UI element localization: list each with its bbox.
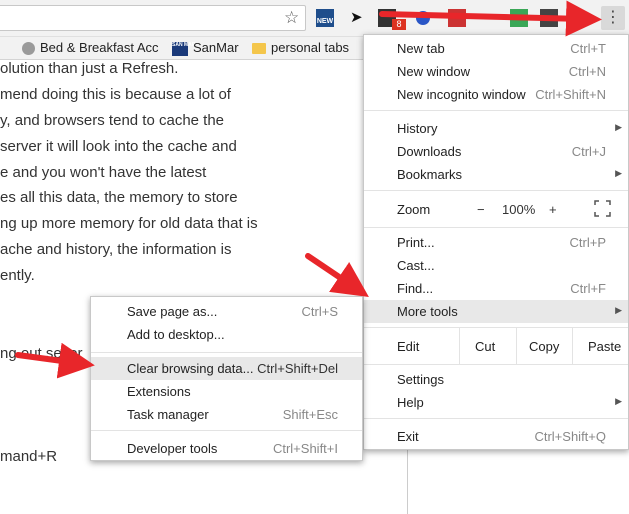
menu-divider — [364, 364, 628, 365]
menu-divider — [459, 328, 460, 364]
blue-extension-icon[interactable] — [416, 11, 430, 25]
text-line: y, and browsers tend to cache the — [0, 111, 225, 129]
extension-badge: 8 — [392, 19, 406, 30]
menu-row-zoom: Zoom − 100% + — [364, 198, 628, 221]
menu-divider — [516, 328, 517, 364]
menu-item-find[interactable]: Find... Ctrl+F — [364, 277, 628, 300]
submenu-divider — [91, 352, 362, 353]
sanmar-logo-icon: SAN MAR — [172, 41, 195, 56]
menu-item-settings[interactable]: Settings — [364, 368, 628, 391]
paste-button[interactable]: Paste — [588, 339, 621, 354]
menu-item-downloads[interactable]: Downloads Ctrl+J — [364, 140, 628, 163]
submenu-item-developer-tools[interactable]: Developer tools Ctrl+Shift+I — [91, 437, 362, 460]
chevron-right-icon: ▶ — [615, 168, 622, 178]
text-line: server it will look into the cache and — [0, 137, 237, 155]
grey-extension-icon[interactable] — [540, 9, 558, 27]
zoom-in-button[interactable]: + — [549, 202, 557, 217]
submenu-item-save-page[interactable]: Save page as... Ctrl+S — [91, 300, 362, 323]
cut-button[interactable]: Cut — [475, 339, 495, 354]
folder-icon — [252, 43, 266, 55]
red-extension-icon[interactable] — [448, 9, 466, 27]
menu-divider — [572, 328, 573, 364]
menu-item-new-window[interactable]: New window Ctrl+N — [364, 60, 628, 83]
menu-item-more-tools[interactable]: More tools ▶ — [364, 300, 628, 323]
menu-item-bookmarks[interactable]: Bookmarks ▶ — [364, 163, 628, 186]
gear-icon — [22, 42, 35, 56]
fullscreen-icon[interactable] — [594, 200, 611, 220]
chevron-right-icon: ▶ — [615, 396, 622, 406]
submenu-item-add-to-desktop[interactable]: Add to desktop... — [91, 323, 362, 346]
menu-divider — [364, 418, 628, 419]
page-scrollbar[interactable] — [407, 450, 408, 514]
copy-button[interactable]: Copy — [529, 339, 559, 354]
menu-divider — [364, 110, 628, 111]
star-icon[interactable]: ☆ — [284, 9, 299, 27]
submenu-item-extensions[interactable]: Extensions — [91, 380, 362, 403]
text-line: e and you won't have the latest — [0, 163, 207, 181]
green-extension-icon[interactable] — [510, 9, 528, 27]
menu-row-edit: Edit Cut Copy Paste — [397, 339, 622, 354]
chevron-right-icon: ▶ — [615, 305, 622, 315]
menu-item-exit[interactable]: Exit Ctrl+Shift+Q — [364, 425, 628, 448]
bookmark-bed-breakfast[interactable]: Bed & Breakfast Acc — [22, 40, 159, 56]
menu-divider — [364, 190, 628, 191]
bookmark-sanmar[interactable]: SAN MARSanMar — [172, 40, 239, 56]
bookmark-folder-personal-tabs[interactable]: personal tabs — [252, 40, 349, 55]
chrome-main-menu: New tab Ctrl+T New window Ctrl+N New inc… — [363, 34, 629, 450]
text-line: olution than just a Refresh. — [0, 60, 179, 77]
text-line: ng up more memory for old data that is — [0, 215, 258, 233]
submenu-item-task-manager[interactable]: Task manager Shift+Esc — [91, 403, 362, 426]
new-extension-icon[interactable]: NEW — [316, 9, 334, 27]
text-line: ently. — [0, 267, 35, 285]
menu-item-new-incognito-window[interactable]: New incognito window Ctrl+Shift+N — [364, 83, 628, 106]
menu-divider — [364, 327, 628, 328]
three-dots-icon[interactable]: ⋮ — [601, 6, 625, 30]
text-line: ache and history, the information is — [0, 241, 232, 259]
menu-item-history[interactable]: History ▶ — [364, 117, 628, 140]
text-line: es all this data, the memory to store — [0, 189, 238, 207]
menu-item-new-tab[interactable]: New tab Ctrl+T — [364, 37, 628, 60]
text-line: mend doing this is because a lot of — [0, 85, 231, 103]
zoom-out-button[interactable]: − — [477, 202, 485, 217]
submenu-item-clear-browsing-data[interactable]: Clear browsing data... Ctrl+Shift+Del — [91, 357, 362, 380]
menu-divider — [364, 227, 628, 228]
zoom-level: 100% — [502, 202, 536, 217]
address-bar[interactable] — [0, 5, 306, 31]
submenu-divider — [91, 430, 362, 431]
browser-toolbar: ☆ NEW ➤ 8 ⋮ — [0, 0, 629, 37]
menu-item-print[interactable]: Print... Ctrl+P — [364, 231, 628, 254]
chevron-right-icon: ▶ — [615, 122, 622, 132]
menu-item-cast[interactable]: Cast... — [364, 254, 628, 277]
more-tools-submenu: Save page as... Ctrl+S Add to desktop...… — [90, 296, 363, 461]
cursor-extension-icon[interactable]: ➤ — [350, 9, 368, 27]
menu-item-help[interactable]: Help ▶ — [364, 391, 628, 414]
